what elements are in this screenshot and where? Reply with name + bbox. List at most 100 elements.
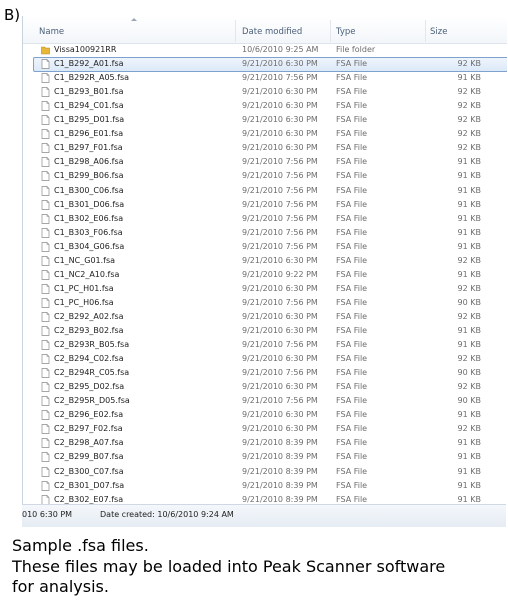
- column-divider[interactable]: [425, 20, 426, 42]
- file-icon: [41, 312, 50, 322]
- column-header-name[interactable]: Name: [39, 27, 64, 37]
- column-divider[interactable]: [235, 20, 236, 42]
- file-type: FSA File: [336, 87, 368, 97]
- file-date-modified: 9/21/2010 7:56 PM: [242, 73, 318, 83]
- file-icon: [41, 157, 50, 168]
- file-type: FSA File: [336, 255, 368, 265]
- file-row[interactable]: C1_NC_G01.fsa 9/21/2010 6:30 PM FSA File 92…: [23, 254, 507, 268]
- file-row[interactable]: C1_NC2_A10.fsa 9/21/2010 9:22 PM FSA File 9…: [23, 268, 507, 282]
- folder-icon: [41, 46, 50, 55]
- file-icon: [41, 101, 50, 112]
- caption-line: These files may be loaded into Peak Scan…: [12, 556, 446, 576]
- file-name: C1_B293_B01.fsa: [54, 87, 124, 97]
- file-row[interactable]: C2_B301_D07.fsa 9/21/2010 8:39 PM FSA File…: [23, 479, 507, 493]
- file-row[interactable]: C1_B303_F06.fsa 9/21/2010 7:56 PM FSA File…: [23, 226, 507, 240]
- file-size: 91 KB: [457, 438, 481, 448]
- file-row[interactable]: C1_B300_C06.fsa 9/21/2010 7:56 PM FSA File…: [23, 184, 507, 198]
- column-divider[interactable]: [330, 20, 331, 42]
- file-size: 91 KB: [457, 326, 481, 335]
- file-row[interactable]: C1_B292R_A05.fsa 9/21/2010 7:56 PM FSA Fil…: [23, 71, 507, 85]
- file-icon: [41, 199, 50, 210]
- file-icon: [41, 185, 50, 196]
- file-row[interactable]: C2_B295R_D05.fsa 9/21/2010 7:56 PM FSA Fil…: [23, 394, 507, 408]
- file-date-modified: 9/21/2010 7:56 PM: [242, 199, 318, 209]
- file-row[interactable]: C2_B300_C07.fsa 9/21/2010 8:39 PM FSA File…: [23, 465, 507, 479]
- file-row[interactable]: C2_B297_F02.fsa 9/21/2010 6:30 PM FSA File…: [23, 422, 507, 436]
- status-date-created: Date created: 10/6/2010 9:24 AM: [100, 510, 234, 519]
- file-icon: [41, 396, 50, 407]
- file-date-modified: 9/21/2010 7:56 PM: [242, 227, 318, 237]
- column-header-size[interactable]: Size: [430, 27, 447, 37]
- file-size: 91 KB: [457, 213, 481, 223]
- file-row[interactable]: C2_B293R_B05.fsa 9/21/2010 7:56 PM FSA Fil…: [23, 338, 507, 352]
- file-date-modified: 9/21/2010 7:56 PM: [242, 185, 318, 195]
- file-type: FSA File: [336, 410, 368, 420]
- file-type: FSA File: [336, 73, 368, 83]
- figure-caption: Sample .fsa files. These files may be lo…: [12, 536, 445, 598]
- file-row[interactable]: C2_B292_A02.fsa 9/21/2010 6:30 PM FSA File…: [23, 310, 507, 324]
- file-row[interactable]: C2_B294_C02.fsa 9/21/2010 6:30 PM FSA File…: [23, 352, 507, 366]
- file-type: FSA File: [336, 368, 368, 378]
- file-date-modified: 9/21/2010 6:30 PM: [242, 129, 318, 139]
- file-size: 92 KB: [457, 311, 481, 321]
- file-size: 91 KB: [457, 466, 481, 476]
- file-explorer-list: Name Date modified Type Size Vissa100921…: [22, 16, 507, 526]
- file-icon: [41, 241, 50, 252]
- file-row[interactable]: C2_B294R_C05.fsa 9/21/2010 7:56 PM FSA Fil…: [23, 366, 507, 380]
- column-header-date-modified[interactable]: Date modified: [242, 27, 302, 37]
- file-row[interactable]: C1_B293_B01.fsa 9/21/2010 6:30 PM FSA File…: [23, 85, 507, 99]
- file-row[interactable]: C1_PC_H06.fsa 9/21/2010 7:56 PM FSA File 90…: [23, 296, 507, 310]
- file-row[interactable]: C1_B304_G06.fsa 9/21/2010 7:56 PM FSA File…: [23, 240, 507, 254]
- file-size: 91 KB: [457, 185, 481, 195]
- file-name: C2_B299_B07.fsa: [54, 452, 124, 462]
- file-type: FSA File: [336, 311, 368, 321]
- file-name: C1_B301_D06.fsa: [54, 199, 125, 209]
- file-type: FSA File: [336, 115, 368, 125]
- sort-arrow-icon[interactable]: [131, 18, 137, 21]
- file-type: File folder: [336, 45, 376, 54]
- folder-row[interactable]: Vissa100921RR 10/6/2010 9:25 AM File folde…: [23, 43, 507, 57]
- file-name: C1_B292_A01.fsa: [54, 59, 124, 69]
- file-row[interactable]: C1_PC_H01.fsa 9/21/2010 6:30 PM FSA File 92…: [23, 282, 507, 296]
- file-date-modified: 9/21/2010 7:56 PM: [242, 340, 318, 350]
- file-row[interactable]: C1_B294_C01.fsa 9/21/2010 6:30 PM FSA File…: [23, 99, 507, 113]
- file-row[interactable]: C1_B301_D06.fsa 9/21/2010 7:56 PM FSA File…: [23, 198, 507, 212]
- file-date-modified: 9/21/2010 7:56 PM: [242, 157, 318, 167]
- file-row[interactable]: C2_B298_A07.fsa 9/21/2010 8:39 PM FSA File…: [23, 436, 507, 450]
- file-name: C2_B292_A02.fsa: [54, 311, 124, 321]
- file-icon: [41, 452, 50, 463]
- file-size: 91 KB: [457, 269, 481, 279]
- file-type: FSA File: [336, 283, 368, 293]
- file-type: FSA File: [336, 438, 368, 448]
- file-size: 91 KB: [457, 171, 481, 181]
- file-type: FSA File: [336, 59, 368, 69]
- file-date-modified: 9/21/2010 7:56 PM: [242, 368, 318, 378]
- file-size: 90 KB: [457, 368, 481, 378]
- file-row[interactable]: C1_B299_B06.fsa 9/21/2010 7:56 PM FSA File…: [23, 169, 507, 183]
- file-icon: [41, 143, 50, 154]
- file-icon: [41, 283, 50, 294]
- column-header-type[interactable]: Type: [336, 27, 356, 37]
- file-name: C2_B297_F02.fsa: [54, 424, 123, 434]
- file-row[interactable]: C1_B302_E06.fsa 9/21/2010 7:56 PM FSA File…: [23, 212, 507, 226]
- file-row[interactable]: C1_B295_D01.fsa 9/21/2010 6:30 PM FSA File…: [23, 113, 507, 127]
- file-name: C2_B301_D07.fsa: [54, 480, 125, 490]
- file-row[interactable]: C1_B292_A01.fsa 9/21/2010 6:30 PM FSA File…: [23, 57, 507, 73]
- file-size: 91 KB: [457, 157, 481, 167]
- file-type: FSA File: [336, 466, 368, 476]
- file-name: C2_B295_D02.fsa: [54, 382, 125, 392]
- file-name: C2_B298_A07.fsa: [54, 438, 124, 448]
- file-row[interactable]: C2_B296_E02.fsa 9/21/2010 6:30 PM FSA File…: [23, 408, 507, 422]
- caption-line: for analysis.: [12, 577, 109, 596]
- file-size: 90 KB: [457, 396, 481, 406]
- file-size: 91 KB: [457, 227, 481, 237]
- file-row[interactable]: C1_B298_A06.fsa 9/21/2010 7:56 PM FSA File…: [23, 155, 507, 169]
- file-row[interactable]: C2_B293_B02.fsa 9/21/2010 6:30 PM FSA File…: [23, 324, 507, 338]
- file-row[interactable]: C1_B296_E01.fsa 9/21/2010 6:30 PM FSA File…: [23, 127, 507, 141]
- file-row[interactable]: C1_B297_F01.fsa 9/21/2010 6:30 PM FSA File…: [23, 141, 507, 155]
- file-row[interactable]: C2_B295_D02.fsa 9/21/2010 6:30 PM FSA File…: [23, 380, 507, 394]
- file-type: FSA File: [336, 213, 368, 223]
- file-row[interactable]: C2_B299_B07.fsa 9/21/2010 8:39 PM FSA File…: [23, 450, 507, 464]
- file-type: FSA File: [336, 171, 368, 181]
- file-name: C2_B293_B02.fsa: [54, 326, 124, 335]
